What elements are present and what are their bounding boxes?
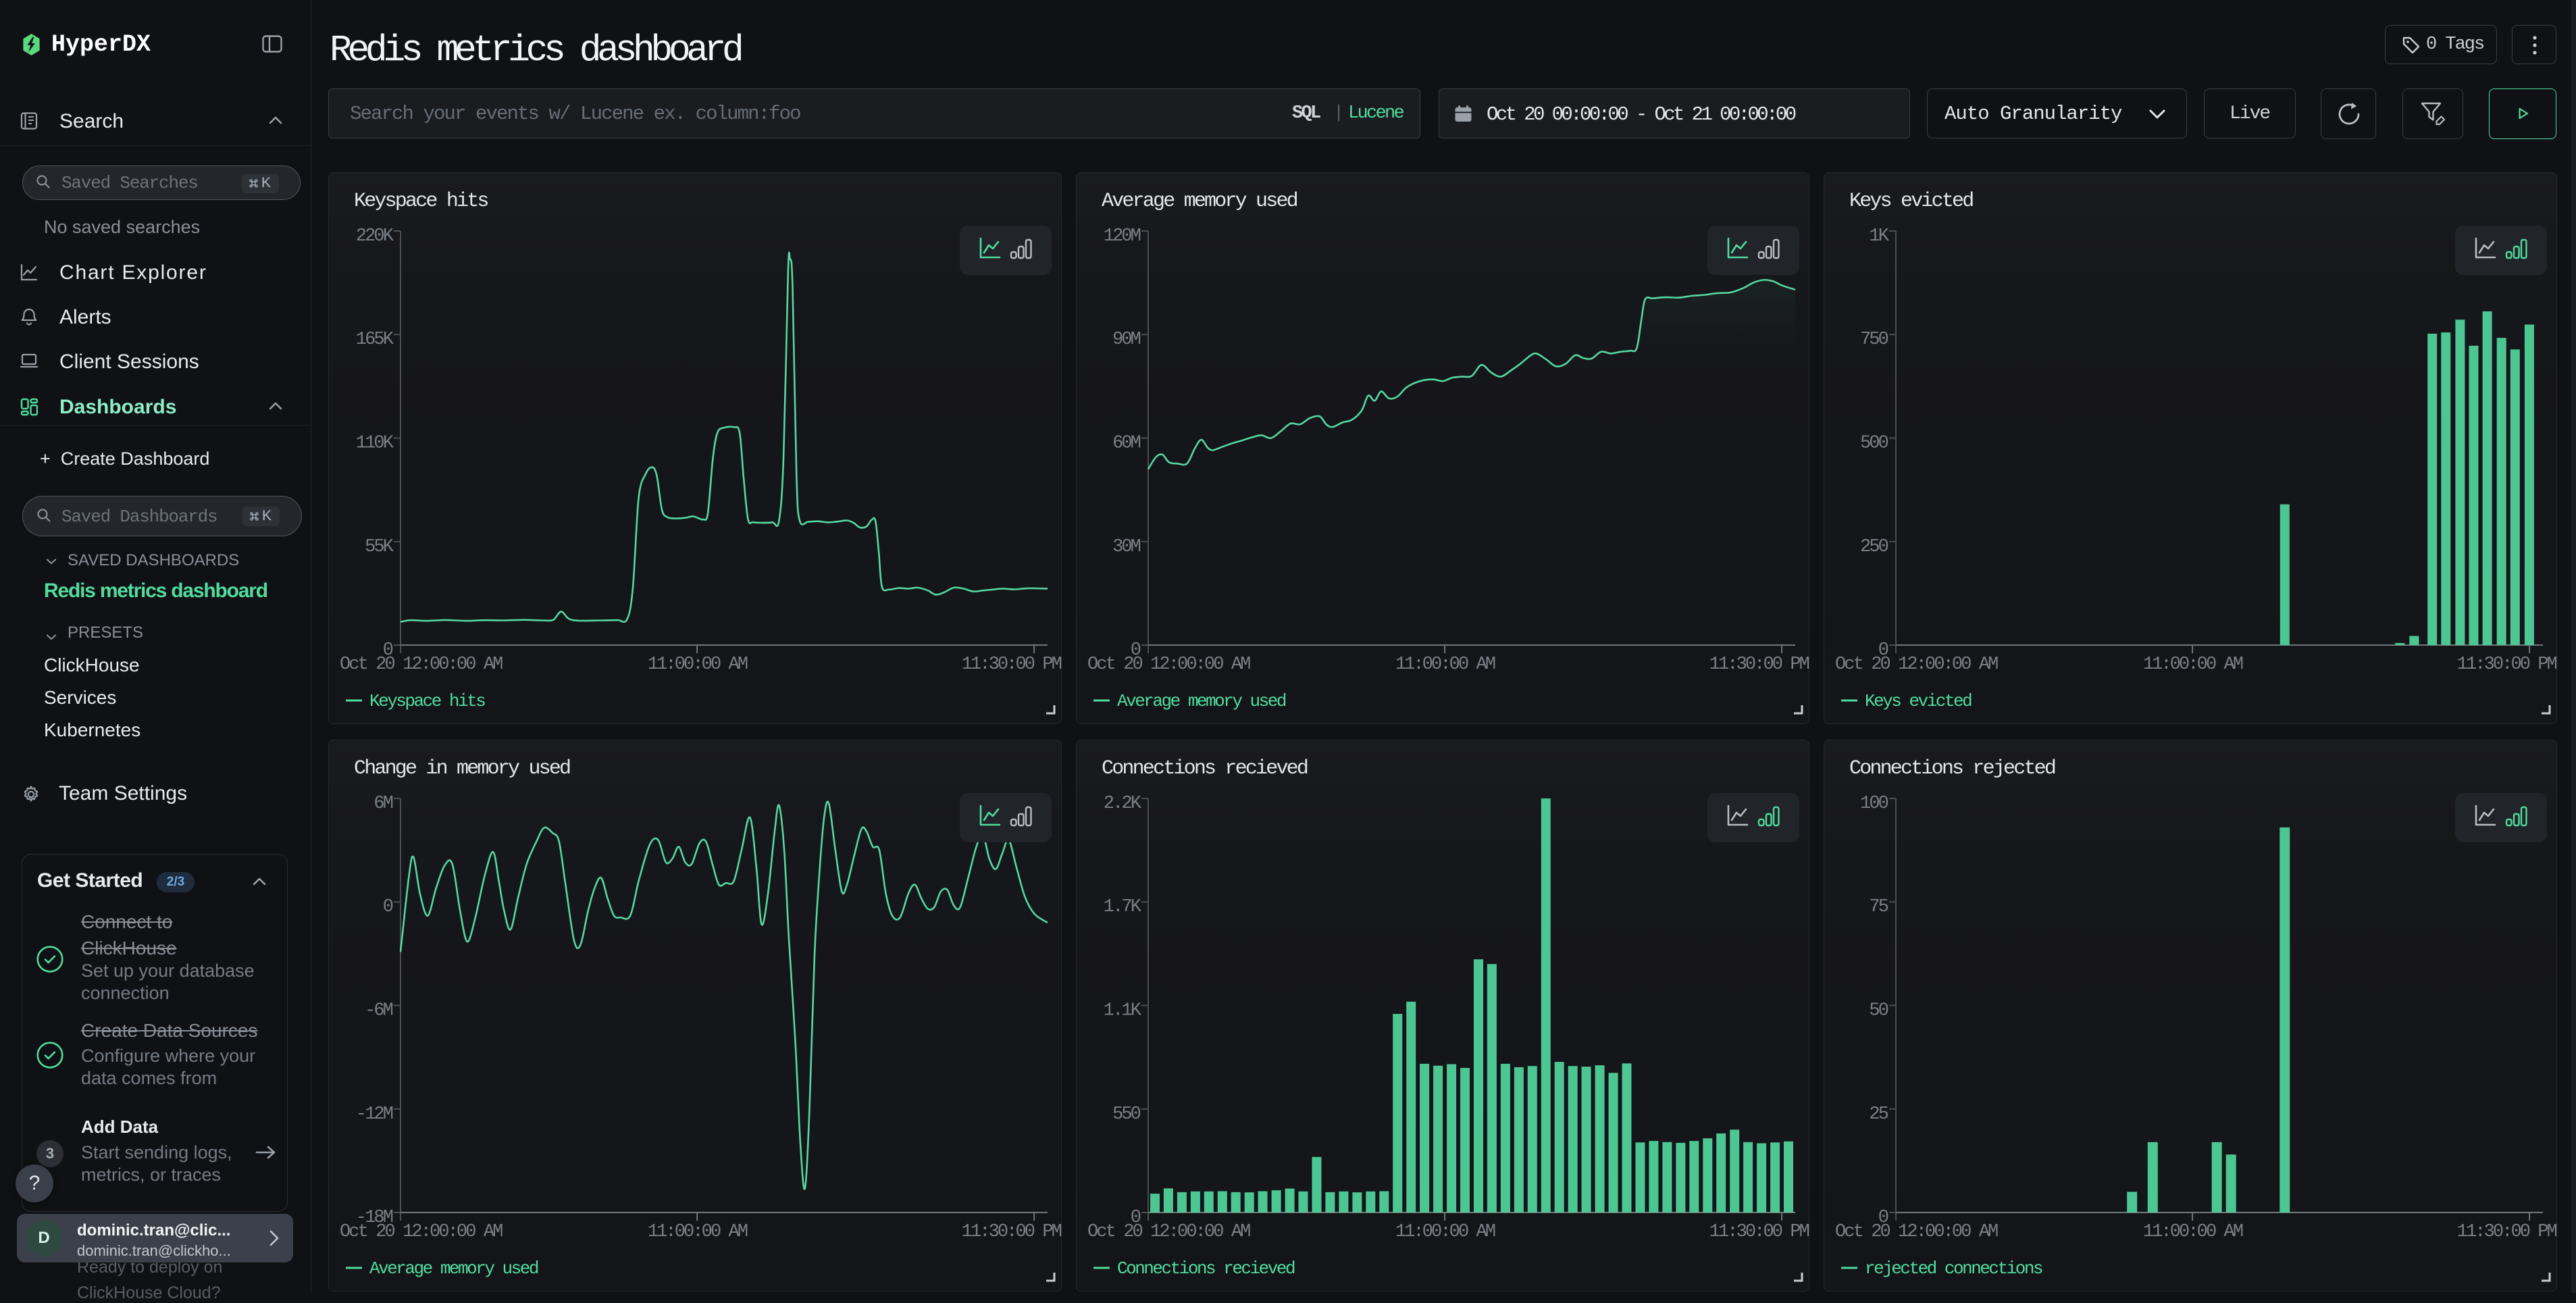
svg-text:Oct 20 12:00:00 AM: Oct 20 12:00:00 AM [1087,655,1250,675]
svg-text:Average memory used: Average memory used [1102,190,1297,213]
svg-text:Average memory used: Average memory used [369,1258,538,1279]
svg-text:500: 500 [1860,434,1888,454]
svg-text:Average memory used: Average memory used [1117,691,1286,711]
svg-text:250: 250 [1860,537,1888,557]
svg-text:1K: 1K [1869,226,1889,247]
svg-text:11:00:00 AM: 11:00:00 AM [648,1222,748,1242]
svg-text:11:30:00 PM: 11:30:00 PM [962,655,1062,675]
svg-text:11:30:00 PM: 11:30:00 PM [2457,1222,2557,1242]
svg-text:Keys evicted: Keys evicted [1849,190,1973,213]
svg-text:11:00:00 AM: 11:00:00 AM [2143,655,2243,675]
svg-text:90M: 90M [1112,330,1141,350]
svg-text:55K: 55K [365,537,394,557]
svg-text:11:30:00 PM: 11:30:00 PM [962,1222,1062,1242]
svg-text:60M: 60M [1112,434,1141,454]
svg-text:Oct 20 12:00:00 AM: Oct 20 12:00:00 AM [340,1222,503,1242]
svg-text:120M: 120M [1104,226,1141,247]
svg-text:220K: 220K [356,226,394,247]
svg-text:50: 50 [1869,1001,1888,1021]
svg-text:Oct 20 12:00:00 AM: Oct 20 12:00:00 AM [340,655,503,675]
svg-text:Connections recieved: Connections recieved [1102,757,1308,780]
svg-text:Keyspace hits: Keyspace hits [354,190,488,213]
svg-text:11:30:00 PM: 11:30:00 PM [2457,655,2557,675]
svg-text:550: 550 [1112,1104,1141,1125]
svg-text:Oct 20 12:00:00 AM: Oct 20 12:00:00 AM [1835,655,1998,675]
svg-text:11:00:00 AM: 11:00:00 AM [2143,1222,2243,1242]
svg-text:11:00:00 AM: 11:00:00 AM [648,655,748,675]
svg-text:Connections recieved: Connections recieved [1117,1258,1295,1279]
svg-text:Keys evicted: Keys evicted [1865,691,1972,711]
svg-text:11:00:00 AM: 11:00:00 AM [1395,655,1495,675]
svg-text:11:30:00 PM: 11:30:00 PM [1709,655,1809,675]
svg-text:25: 25 [1869,1104,1888,1125]
svg-text:165K: 165K [356,330,394,350]
svg-text:110K: 110K [356,434,394,454]
svg-text:11:00:00 AM: 11:00:00 AM [1395,1222,1495,1242]
svg-text:0: 0 [383,897,393,917]
svg-text:1.1K: 1.1K [1104,1001,1142,1021]
svg-text:750: 750 [1860,330,1888,350]
svg-text:Oct 20 12:00:00 AM: Oct 20 12:00:00 AM [1835,1222,1998,1242]
svg-text:2.2K: 2.2K [1104,794,1142,814]
svg-text:-12M: -12M [356,1104,393,1125]
svg-text:6M: 6M [373,794,392,814]
svg-text:30M: 30M [1112,537,1141,557]
svg-text:-6M: -6M [365,1001,393,1021]
svg-text:Oct 20 12:00:00 AM: Oct 20 12:00:00 AM [1087,1222,1250,1242]
svg-text:rejected connections: rejected connections [1865,1258,2042,1279]
svg-text:1.7K: 1.7K [1104,897,1142,917]
svg-text:11:30:00 PM: 11:30:00 PM [1709,1222,1809,1242]
svg-text:100: 100 [1860,794,1888,814]
svg-text:75: 75 [1869,897,1888,917]
svg-text:Change in memory used: Change in memory used [354,757,570,780]
svg-text:Keyspace hits: Keyspace hits [369,691,485,711]
svg-text:Connections rejected: Connections rejected [1849,757,2055,780]
